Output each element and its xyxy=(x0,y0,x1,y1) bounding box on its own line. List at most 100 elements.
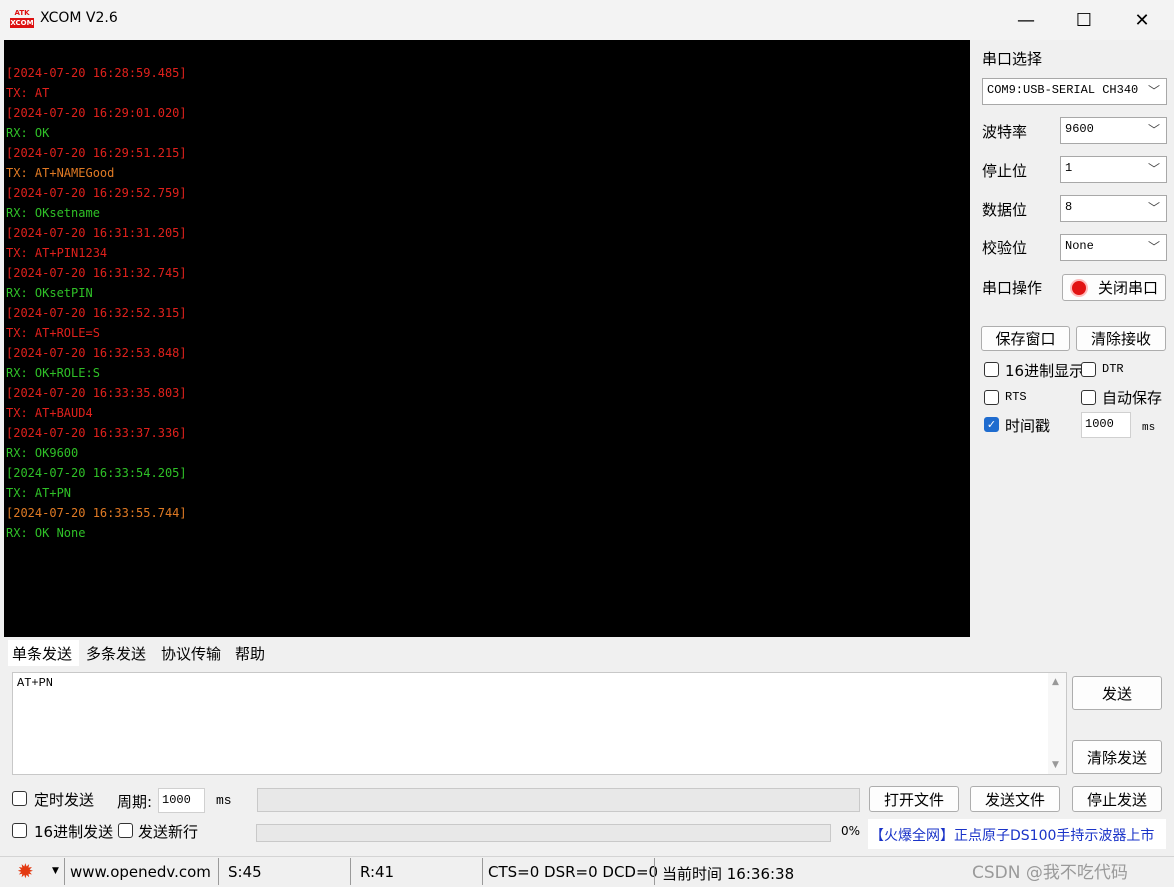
timestamp-checkbox[interactable]: ✓ xyxy=(984,417,999,432)
scroll-down-icon[interactable]: ▼ xyxy=(1052,760,1059,770)
hex-send-checkbox[interactable] xyxy=(12,823,27,838)
timestamp-interval-input[interactable]: 1000 xyxy=(1081,412,1131,438)
watermark-text: CSDN @我不吃代码 xyxy=(972,863,1128,883)
open-file-button[interactable]: 打开文件 xyxy=(869,786,959,812)
port-status-icon xyxy=(1069,278,1088,297)
auto-save-checkbox[interactable] xyxy=(1081,390,1096,405)
ad-link[interactable]: 【火爆全网】正点原子DS100手持示波器上市 xyxy=(868,819,1166,849)
send-button[interactable]: 发送 xyxy=(1072,676,1162,710)
tab-help[interactable]: 帮助 xyxy=(231,640,285,666)
port-select[interactable]: COM9:USB-SERIAL CH340 ﹀ xyxy=(982,78,1167,105)
terminal-line: TX: AT+ROLE=S xyxy=(6,326,100,340)
hex-send-label: 16进制发送 xyxy=(34,823,114,841)
port-label: 串口选择 xyxy=(982,50,1043,68)
dtr-checkbox[interactable] xyxy=(1081,362,1096,377)
tab-single-send[interactable]: 单条发送 xyxy=(8,640,79,666)
receive-terminal[interactable]: [2024-07-20 16:28:59.485] TX: AT [2024-07-… xyxy=(4,40,970,637)
send-input[interactable]: AT+PN xyxy=(12,672,1067,775)
parity-select[interactable]: None ﹀ xyxy=(1060,234,1167,261)
terminal-line: [2024-07-20 16:31:32.745] xyxy=(6,266,187,280)
data-bits-select[interactable]: 8 ﹀ xyxy=(1060,195,1167,222)
port-operation-label: 串口操作 xyxy=(982,279,1043,297)
settings-gear-icon[interactable]: ✹ xyxy=(17,861,34,881)
send-input-scrollbar[interactable]: ▲ ▼ xyxy=(1048,673,1066,774)
stop-bits-select[interactable]: 1 ﹀ xyxy=(1060,156,1167,183)
terminal-line: RX: OK+ROLE:S xyxy=(6,366,100,380)
terminal-line: [2024-07-20 16:33:55.744] xyxy=(6,506,187,520)
terminal-line: RX: OK9600 xyxy=(6,446,79,460)
terminal-line: [2024-07-20 16:29:52.759] xyxy=(6,186,187,200)
period-input[interactable]: 1000 xyxy=(158,788,205,813)
dtr-label: DTR xyxy=(1102,362,1124,376)
close-icon: ✕ xyxy=(1134,9,1150,31)
terminal-line: TX: AT+NAMEGood xyxy=(6,166,115,180)
terminal-line: RX: OK xyxy=(6,126,50,140)
chevron-down-icon: ﹀ xyxy=(1147,84,1160,98)
hex-display-label: 16进制显示 xyxy=(1005,362,1085,380)
tab-multi-send[interactable]: 多条发送 xyxy=(82,640,155,666)
terminal-line: TX: AT+PN xyxy=(6,486,72,500)
timed-send-label: 定时发送 xyxy=(34,791,95,809)
timestamp-label: 时间戳 xyxy=(1005,417,1051,435)
period-unit: ms xyxy=(216,793,232,808)
chevron-down-icon: ﹀ xyxy=(1147,201,1160,215)
terminal-line: [2024-07-20 16:33:35.803] xyxy=(6,386,187,400)
terminal-line: [2024-07-20 16:28:59.485] xyxy=(6,66,187,80)
chevron-down-icon[interactable]: ▼ xyxy=(52,866,59,876)
terminal-line: TX: AT xyxy=(6,86,50,100)
clear-receive-button[interactable]: 清除接收 xyxy=(1076,326,1166,351)
tab-protocol[interactable]: 协议传输 xyxy=(157,640,229,666)
terminal-line: [2024-07-20 16:33:54.205] xyxy=(6,466,187,480)
status-separator xyxy=(350,858,351,885)
app-logo-icon: ATK XCOM xyxy=(10,9,34,28)
baud-select[interactable]: 9600 ﹀ xyxy=(1060,117,1167,144)
status-separator xyxy=(218,858,219,885)
chevron-down-icon: ﹀ xyxy=(1147,123,1160,137)
data-bits-label: 数据位 xyxy=(982,201,1028,219)
close-port-button[interactable]: 关闭串口 xyxy=(1062,274,1166,301)
file-path-field[interactable] xyxy=(257,788,860,812)
status-separator xyxy=(64,858,65,885)
terminal-line: TX: AT+BAUD4 xyxy=(6,406,93,420)
send-progress-bar xyxy=(256,824,831,842)
terminal-line: [2024-07-20 16:29:51.215] xyxy=(6,146,187,160)
parity-label: 校验位 xyxy=(982,239,1028,257)
terminal-line: [2024-07-20 16:33:37.336] xyxy=(6,426,187,440)
terminal-line: [2024-07-20 16:29:01.020] xyxy=(6,106,187,120)
stop-send-button[interactable]: 停止发送 xyxy=(1072,786,1162,812)
status-separator xyxy=(654,858,655,885)
window-title: XCOM V2.6 xyxy=(40,10,118,26)
modem-signals: CTS=0 DSR=0 DCD=0 xyxy=(488,863,659,881)
minimize-button[interactable]: — xyxy=(997,0,1055,40)
timestamp-unit: ms xyxy=(1142,422,1156,434)
baud-label: 波特率 xyxy=(982,123,1028,141)
terminal-line: TX: AT+PIN1234 xyxy=(6,246,108,260)
close-button[interactable]: ✕ xyxy=(1113,0,1171,40)
minimize-icon: — xyxy=(1017,9,1035,31)
terminal-line: [2024-07-20 16:32:53.848] xyxy=(6,346,187,360)
send-progress-text: 0% xyxy=(841,824,861,838)
send-newline-checkbox[interactable] xyxy=(118,823,133,838)
terminal-line: RX: OK None xyxy=(6,526,86,540)
save-window-button[interactable]: 保存窗口 xyxy=(981,326,1070,351)
scroll-up-icon[interactable]: ▲ xyxy=(1052,677,1059,687)
clear-send-button[interactable]: 清除发送 xyxy=(1072,740,1162,774)
sent-count: S:45 xyxy=(228,863,262,881)
maximize-button[interactable]: ☐ xyxy=(1055,0,1113,40)
stop-bits-label: 停止位 xyxy=(982,162,1028,180)
received-count: R:41 xyxy=(360,863,395,881)
maximize-icon: ☐ xyxy=(1075,9,1093,31)
terminal-line: RX: OKsetname xyxy=(6,206,100,220)
terminal-line: RX: OKsetPIN xyxy=(6,286,93,300)
website-link[interactable]: www.openedv.com xyxy=(70,863,211,881)
status-separator xyxy=(482,858,483,885)
chevron-down-icon: ﹀ xyxy=(1147,240,1160,254)
hex-display-checkbox[interactable] xyxy=(984,362,999,377)
send-newline-label: 发送新行 xyxy=(138,823,199,841)
timed-send-checkbox[interactable] xyxy=(12,791,27,806)
rts-checkbox[interactable] xyxy=(984,390,999,405)
chevron-down-icon: ﹀ xyxy=(1147,162,1160,176)
rts-label: RTS xyxy=(1005,390,1027,404)
send-file-button[interactable]: 发送文件 xyxy=(970,786,1060,812)
terminal-line: [2024-07-20 16:32:52.315] xyxy=(6,306,187,320)
